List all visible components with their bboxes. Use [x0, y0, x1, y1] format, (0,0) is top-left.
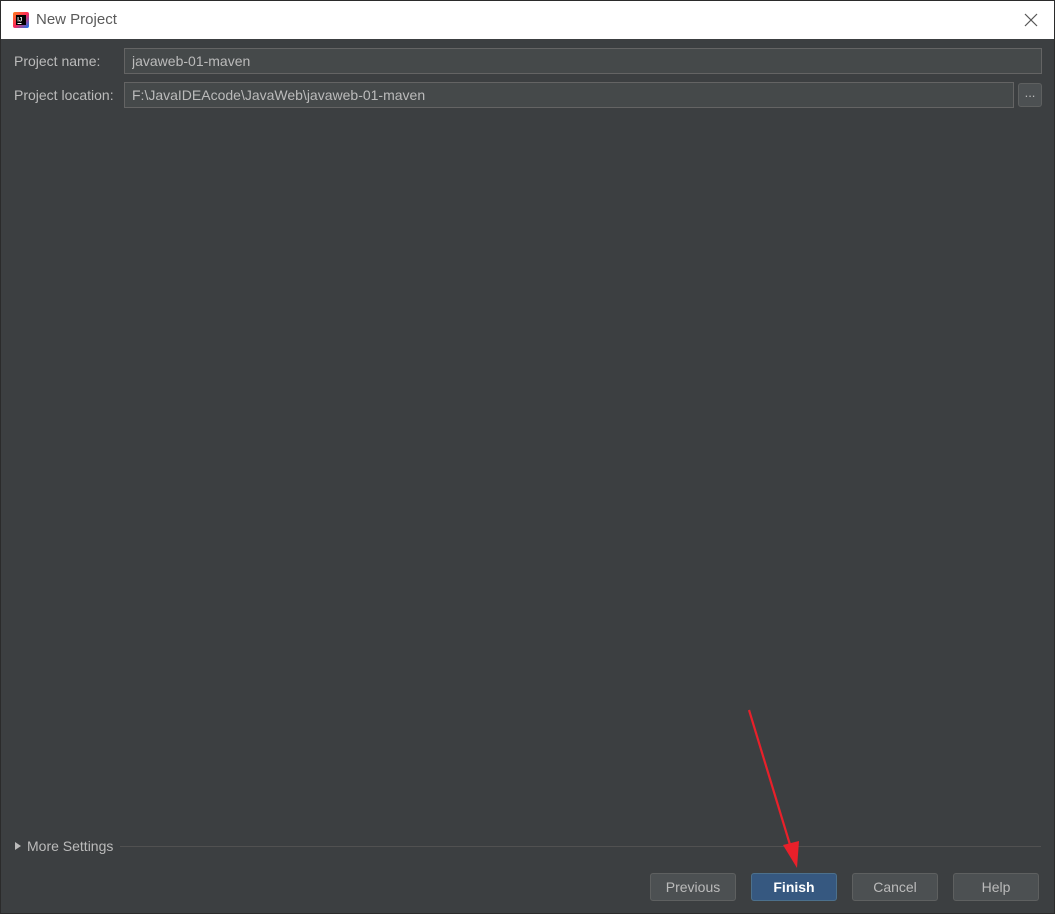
more-settings-label: More Settings — [27, 838, 114, 854]
close-icon — [1024, 13, 1038, 27]
close-button[interactable] — [1008, 1, 1054, 39]
cancel-button[interactable]: Cancel — [852, 873, 938, 901]
triangle-right-icon — [15, 842, 21, 850]
finish-button[interactable]: Finish — [751, 873, 837, 901]
more-settings-toggle[interactable]: More Settings — [15, 837, 113, 855]
intellij-idea-icon: IJ — [13, 12, 29, 28]
svg-text:IJ: IJ — [17, 18, 22, 24]
project-name-input[interactable] — [124, 48, 1042, 74]
project-location-label: Project location: — [14, 87, 114, 103]
help-button[interactable]: Help — [953, 873, 1039, 901]
project-location-input[interactable] — [124, 82, 1014, 108]
project-name-label: Project name: — [14, 53, 101, 69]
previous-button[interactable]: Previous — [650, 873, 736, 901]
dialog-title: New Project — [36, 11, 117, 28]
browse-location-button[interactable]: ... — [1018, 83, 1042, 107]
title-bar: IJ New Project — [1, 1, 1054, 39]
new-project-dialog: IJ New Project Project name: Project loc… — [0, 0, 1055, 914]
settings-divider — [120, 846, 1041, 847]
